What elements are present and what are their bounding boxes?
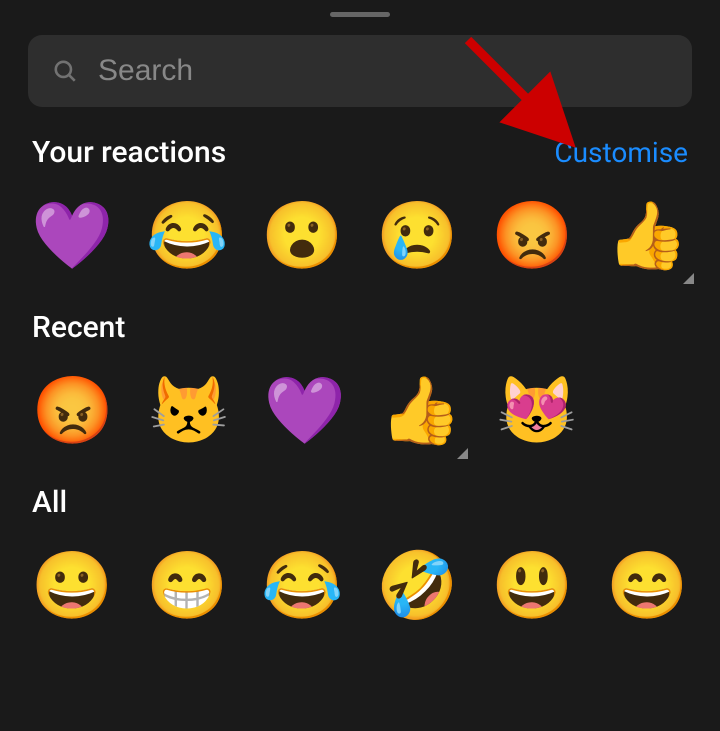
your-reactions-title: Your reactions (32, 135, 226, 170)
emoji-crying-face[interactable]: 😢 (373, 192, 462, 282)
emoji-purple-heart[interactable]: 💜 (260, 367, 350, 457)
emoji-pouting-cat[interactable]: 😾 (144, 367, 234, 457)
emoji-grinning-smiling-eyes[interactable]: 😄 (603, 542, 692, 632)
search-bar[interactable] (28, 35, 692, 107)
emoji-smiling-cat-heart-eyes[interactable]: 😻 (492, 367, 582, 457)
emoji-purple-heart[interactable]: 💜 (28, 192, 117, 282)
all-title: All (32, 485, 67, 520)
recent-row: 😡 😾 💜 👍 😻 (0, 367, 720, 457)
emoji-rolling-on-floor-laughing[interactable]: 🤣 (373, 542, 462, 632)
emoji-pouting-face[interactable]: 😡 (28, 367, 118, 457)
your-reactions-row: 💜 😂 😮 😢 😡 👍 (0, 192, 720, 282)
emoji-grinning-face[interactable]: 😀 (28, 542, 117, 632)
your-reactions-header: Your reactions Customise (0, 135, 720, 170)
search-input[interactable] (98, 54, 668, 88)
emoji-beaming-face[interactable]: 😁 (143, 542, 232, 632)
emoji-face-with-open-mouth[interactable]: 😮 (258, 192, 347, 282)
emoji-face-with-tears-of-joy[interactable]: 😂 (258, 542, 347, 632)
recent-title: Recent (32, 310, 125, 345)
emoji-grinning-big-eyes[interactable]: 😃 (488, 542, 577, 632)
search-icon (52, 58, 78, 84)
emoji-thumbs-up[interactable]: 👍 (603, 192, 692, 282)
emoji-thumbs-up[interactable]: 👍 (376, 367, 466, 457)
emoji-pouting-face[interactable]: 😡 (488, 192, 577, 282)
customise-link[interactable]: Customise (554, 136, 688, 169)
all-row: 😀 😁 😂 🤣 😃 😄 (0, 542, 720, 632)
recent-header: Recent (0, 310, 720, 345)
emoji-face-with-tears-of-joy[interactable]: 😂 (143, 192, 232, 282)
all-header: All (0, 485, 720, 520)
drag-handle[interactable] (330, 12, 390, 17)
